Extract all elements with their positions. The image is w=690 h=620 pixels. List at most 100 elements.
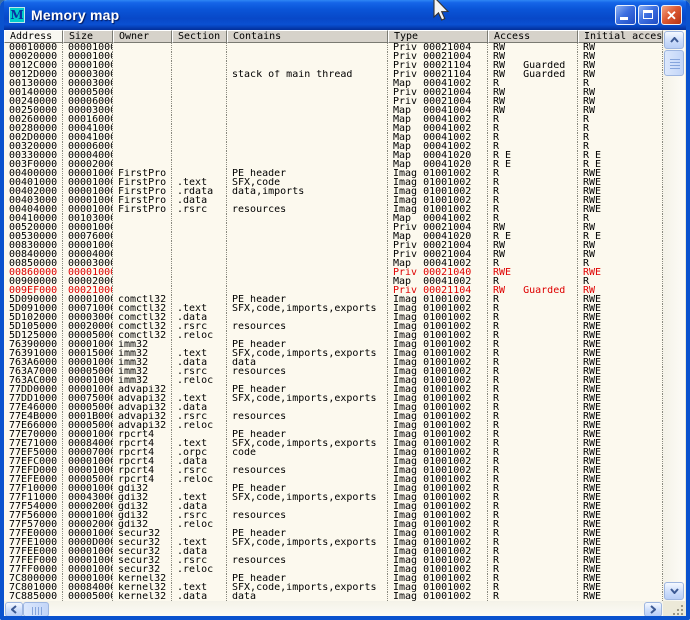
column-header-type[interactable]: Type xyxy=(388,30,488,43)
table-row[interactable]: 5D09100000071000comctl32.textSFX,code,im… xyxy=(4,304,663,313)
table-row[interactable]: 5D10500000020000comctl32.rsrcresourcesIm… xyxy=(4,322,663,331)
cell-size: 00003000 xyxy=(63,259,113,268)
cell-size: 00005000 xyxy=(63,367,113,376)
cell-initial: RWE xyxy=(578,169,663,178)
table-row[interactable]: 5D10200000003000comctl32.dataImag 010010… xyxy=(4,313,663,322)
cell-owner xyxy=(113,52,172,61)
table-row[interactable]: 77FEF00000001000secur32.rsrcresourcesIma… xyxy=(4,556,663,565)
maximize-button[interactable] xyxy=(638,5,659,25)
table-row[interactable]: 0002000000001000Priv 00021004RWRW xyxy=(4,52,663,61)
table-row[interactable]: 7C80000000001000kernel32PE headerImag 01… xyxy=(4,574,663,583)
vertical-scroll-thumb[interactable] xyxy=(664,50,684,76)
scroll-down-button[interactable] xyxy=(664,582,684,600)
table-row[interactable]: 0040100000001000FirstPro.textSFX,codeIma… xyxy=(4,178,663,187)
column-header-initial-access[interactable]: Initial access xyxy=(578,30,663,43)
resize-grip[interactable] xyxy=(663,601,686,618)
table-row[interactable]: 0025000000003000Map 00041004RWRW xyxy=(4,106,663,115)
cell-size: 00002000 xyxy=(63,277,113,286)
column-header-section[interactable]: Section xyxy=(172,30,227,43)
table-row[interactable]: 77FF000000001000secur32.relocImag 010010… xyxy=(4,565,663,574)
horizontal-scrollbar[interactable] xyxy=(4,601,663,618)
column-header-size[interactable]: Size xyxy=(63,30,113,43)
table-row[interactable]: 0052000000001000Priv 00021004RWRW xyxy=(4,223,663,232)
table-row[interactable]: 7639100000015000imm32.textSFX,code,impor… xyxy=(4,349,663,358)
table-row[interactable]: 7C88500000005000kernel32.datadataImag 01… xyxy=(4,592,663,601)
table-row[interactable]: 77E7000000001000rpcrt4PE headerImag 0100… xyxy=(4,430,663,439)
table-row[interactable]: 0032000000006000Map 00041002RR xyxy=(4,142,663,151)
cell-initial: RWE xyxy=(578,592,663,601)
table-row[interactable]: 77F5700000002000gdi32.relocImag 01001002… xyxy=(4,520,663,529)
vertical-scrollbar[interactable] xyxy=(663,30,685,601)
column-header-contains[interactable]: Contains xyxy=(227,30,388,43)
table-row[interactable]: 77FE10000000D000secur32.textSFX,code,imp… xyxy=(4,538,663,547)
table-row[interactable]: 763A600000001000imm32.datadataImag 01001… xyxy=(4,358,663,367)
table-row[interactable]: 77EF500000007000rpcrt4.orpccodeImag 0100… xyxy=(4,448,663,457)
table-row[interactable]: 77F1100000043000gdi32.textSFX,code,impor… xyxy=(4,493,663,502)
table-row[interactable]: 77FE000000001000secur32PE headerImag 010… xyxy=(4,529,663,538)
table-row[interactable]: 77EFC00000001000rpcrt4.dataImag 01001002… xyxy=(4,457,663,466)
table-row[interactable]: 77EFE00000005000rpcrt4.relocImag 0100100… xyxy=(4,475,663,484)
table-row[interactable]: 0026000000016000Map 00041002RR xyxy=(4,115,663,124)
table-row[interactable]: 77DD100000075000advapi32.textSFX,code,im… xyxy=(4,394,663,403)
cell-type: Map 00041020 xyxy=(388,160,488,169)
minimize-button[interactable] xyxy=(615,5,636,25)
table-row[interactable]: 003F000000002000Map 00041020R ER E xyxy=(4,160,663,169)
table-row[interactable]: 77E4600000005000advapi32.dataImag 010010… xyxy=(4,403,663,412)
table-row[interactable]: 0014000000005000Priv 00021004RWRW xyxy=(4,88,663,97)
column-header-address[interactable]: Address xyxy=(4,30,63,43)
cell-addr: 77E66000 xyxy=(4,421,63,430)
table-row[interactable]: 7C80100000084000kernel32.textSFX,code,im… xyxy=(4,583,663,592)
table-row[interactable]: 763A700000005000imm32.rsrcresourcesImag … xyxy=(4,367,663,376)
table-row[interactable]: 0090000000002000Map 00041002RR xyxy=(4,277,663,286)
table-row[interactable]: 0085000000003000Map 00041002RR xyxy=(4,259,663,268)
table-row[interactable]: 5D09000000001000comctl32PE headerImag 01… xyxy=(4,295,663,304)
table-row[interactable]: 009EF00000021000Priv 00021104RW GuardedR… xyxy=(4,286,663,295)
cell-initial: R xyxy=(578,142,663,151)
table-row[interactable]: 0012D00000003000stack of main threadPriv… xyxy=(4,70,663,79)
table-row[interactable]: 763AC00000001000imm32.relocImag 01001002… xyxy=(4,376,663,385)
cell-initial: RW xyxy=(578,286,663,295)
cell-size: 00001000 xyxy=(63,340,113,349)
table-row[interactable]: 0086000000001000Priv 00021040RWERWE xyxy=(4,268,663,277)
table-row[interactable]: 0012C00000001000Priv 00021104RW GuardedR… xyxy=(4,61,663,70)
column-header-access[interactable]: Access xyxy=(488,30,578,43)
table-row[interactable]: 77F5400000002000gdi32.dataImag 01001002R… xyxy=(4,502,663,511)
table-row[interactable]: 77E7100000084000rpcrt4.textSFX,code,impo… xyxy=(4,439,663,448)
table-row[interactable]: 0040400000001000FirstPro.rsrcresourcesIm… xyxy=(4,205,663,214)
horizontal-scroll-thumb[interactable] xyxy=(23,602,49,617)
table-row[interactable]: 0024000000006000Priv 00021004RWRW xyxy=(4,97,663,106)
table-row[interactable]: 77DD000000001000advapi32PE headerImag 01… xyxy=(4,385,663,394)
table-row[interactable]: 5D12500000005000comctl32.relocImag 01001… xyxy=(4,331,663,340)
cell-access: RW xyxy=(488,250,578,259)
table-row[interactable]: 77E6600000005000advapi32.relocImag 01001… xyxy=(4,421,663,430)
table-row[interactable]: 0040300000001000FirstPro.dataImag 010010… xyxy=(4,196,663,205)
table-row[interactable]: 77FEE00000001000secur32.dataImag 0100100… xyxy=(4,547,663,556)
cell-access: R xyxy=(488,187,578,196)
table-row[interactable]: 77E4B0000001B000advapi32.rsrcresourcesIm… xyxy=(4,412,663,421)
table-row[interactable]: 77F5600000001000gdi32.rsrcresourcesImag … xyxy=(4,511,663,520)
table-row[interactable]: 002D000000041000Map 00041002RR xyxy=(4,133,663,142)
table-row[interactable]: 0013000000003000Map 00041002RR xyxy=(4,79,663,88)
cell-initial: RWE xyxy=(578,502,663,511)
app-icon[interactable]: M xyxy=(9,7,25,23)
table-row[interactable]: 0041000000103000Map 00041002RR xyxy=(4,214,663,223)
table-row[interactable]: 0084000000004000Priv 00021004RWRW xyxy=(4,250,663,259)
table-row[interactable]: 0001000000001000Priv 00021004RWRW xyxy=(4,43,663,52)
cell-section: .data xyxy=(172,196,227,205)
close-button[interactable]: ✕ xyxy=(661,5,682,25)
table-row[interactable]: 77F1000000001000gdi32PE headerImag 01001… xyxy=(4,484,663,493)
cell-access: R xyxy=(488,475,578,484)
scroll-up-button[interactable] xyxy=(664,31,684,49)
table-row[interactable]: 0040000000001000FirstProPE headerImag 01… xyxy=(4,169,663,178)
table-row[interactable]: 0040200000001000FirstPro.rdatadata,impor… xyxy=(4,187,663,196)
table-row[interactable]: 0083000000001000Priv 00021004RWRW xyxy=(4,241,663,250)
scroll-left-button[interactable] xyxy=(5,602,23,617)
scroll-right-button[interactable] xyxy=(644,602,662,617)
column-header-owner[interactable]: Owner xyxy=(113,30,172,43)
table-row[interactable]: 0053000000076000Map 00041020R ER E xyxy=(4,232,663,241)
table-row[interactable]: 7639000000001000imm32PE headerImag 01001… xyxy=(4,340,663,349)
cell-access: RW xyxy=(488,43,578,52)
table-row[interactable]: 0033000000004000Map 00041020R ER E xyxy=(4,151,663,160)
table-row[interactable]: 77EFD00000001000rpcrt4.rsrcresourcesImag… xyxy=(4,466,663,475)
table-row[interactable]: 0028000000041000Map 00041002RR xyxy=(4,124,663,133)
